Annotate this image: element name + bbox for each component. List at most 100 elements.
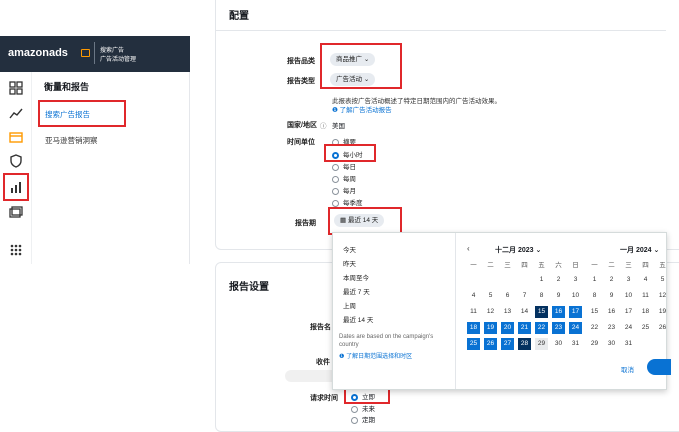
trend-icon[interactable]: [8, 105, 24, 121]
calendar-day[interactable]: 5: [484, 290, 497, 302]
calendar-day[interactable]: 22: [535, 322, 548, 334]
calendar-day[interactable]: 1: [535, 274, 548, 286]
report-period-select[interactable]: ▦ 最近 14 天: [334, 214, 385, 227]
request-option[interactable]: 定期: [351, 414, 375, 424]
calendar-day[interactable]: 12: [484, 306, 497, 318]
calendar-day[interactable]: 20: [501, 322, 514, 334]
request-option[interactable]: 未来: [351, 403, 375, 413]
calendar-day[interactable]: 21: [518, 322, 531, 334]
calendar-day[interactable]: 13: [501, 306, 514, 318]
left-month-select[interactable]: 十二月 2023 ⌄: [495, 245, 541, 255]
apps-grid-icon[interactable]: [8, 242, 24, 258]
calendar-day[interactable]: 2: [552, 274, 565, 286]
calendar-day[interactable]: 23: [552, 322, 565, 334]
calendar-day[interactable]: 1: [588, 274, 601, 286]
calendar-day[interactable]: 24: [569, 322, 582, 334]
preset-option[interactable]: 昨天: [343, 258, 356, 268]
campaign-icon[interactable]: [8, 129, 24, 145]
time-unit-option[interactable]: 每日: [332, 161, 356, 171]
nav-item-search-reports[interactable]: 搜索广告报告: [38, 100, 126, 127]
calendar-day[interactable]: 9: [605, 290, 618, 302]
calendar-day[interactable]: 2: [605, 274, 618, 286]
calendar-day[interactable]: 30: [552, 338, 565, 350]
dashboard-icon[interactable]: [8, 80, 24, 96]
calendar-day[interactable]: 28: [518, 338, 531, 350]
timezone-link[interactable]: ❶ 了解日期范围选择和时区: [339, 351, 412, 360]
calendar-day[interactable]: 17: [569, 306, 582, 318]
calendar-day[interactable]: 22: [588, 322, 601, 334]
right-month-select[interactable]: 一月 2024 ⌄: [620, 245, 659, 255]
calendar-day[interactable]: 29: [588, 338, 601, 350]
report-category-select[interactable]: 商品推广 ⌄: [330, 53, 376, 66]
calendar-day[interactable]: 27: [501, 338, 514, 350]
calendar-day[interactable]: 19: [656, 306, 669, 318]
calendar-day[interactable]: 10: [569, 290, 582, 302]
weekday-header: 六: [555, 262, 562, 269]
apply-button[interactable]: [647, 359, 671, 375]
timezone-note: Dates are based on the campaign's countr…: [339, 334, 434, 348]
calendar-day[interactable]: 11: [639, 290, 652, 302]
calendar-day[interactable]: 16: [605, 306, 618, 318]
nav-item-marketing-insights[interactable]: 亚马逊营销洞察: [45, 135, 98, 146]
calendar-day[interactable]: 4: [467, 290, 480, 302]
calendar-day[interactable]: 31: [569, 338, 582, 350]
prev-month-icon[interactable]: ‹: [467, 244, 470, 253]
calendar-day[interactable]: 19: [484, 322, 497, 334]
calendar-day[interactable]: 15: [588, 306, 601, 318]
weekday-header: 一: [470, 262, 477, 269]
calendar-day[interactable]: 29: [535, 338, 548, 350]
info-icon: ❶: [339, 354, 345, 360]
calendar-day[interactable]: 12: [656, 290, 669, 302]
calendar-day[interactable]: 9: [552, 290, 565, 302]
calendar-day[interactable]: 26: [656, 322, 669, 334]
preset-option[interactable]: 最近 14 天: [343, 314, 373, 324]
calendar-day[interactable]: 25: [467, 338, 480, 350]
config-title: 配置: [229, 11, 249, 22]
calendar-day[interactable]: 16: [552, 306, 565, 318]
time-unit-option-selected[interactable]: 每小时: [332, 149, 363, 159]
time-unit-option[interactable]: 摘要: [332, 136, 356, 146]
calendar-day[interactable]: 10: [622, 290, 635, 302]
shield-icon[interactable]: [8, 153, 24, 169]
calendar-day[interactable]: 4: [639, 274, 652, 286]
learn-more-link[interactable]: ❶ 了解广告活动报告: [332, 104, 392, 114]
calendar-day[interactable]: 31: [622, 338, 635, 350]
time-unit-option[interactable]: 每季度: [332, 197, 363, 207]
reports-icon[interactable]: [3, 173, 29, 201]
info-icon[interactable]: ⓘ: [320, 120, 327, 130]
calendar-day[interactable]: 8: [535, 290, 548, 302]
calendar-day[interactable]: 5: [656, 274, 669, 286]
calendar-day[interactable]: 6: [501, 290, 514, 302]
preset-option[interactable]: 今天: [343, 244, 356, 254]
calendar-day[interactable]: 8: [588, 290, 601, 302]
calendar-day[interactable]: 3: [569, 274, 582, 286]
calendar-day[interactable]: 30: [605, 338, 618, 350]
calendar-day[interactable]: 25: [639, 322, 652, 334]
preset-option[interactable]: 最近 7 天: [343, 286, 370, 296]
radio-button: [332, 187, 339, 195]
preset-option[interactable]: 上周: [343, 300, 356, 310]
weekday-header: 三: [504, 262, 511, 269]
brand-header: amazonads 搜索广告 广告活动管理: [0, 36, 190, 72]
calendar-day[interactable]: 14: [518, 306, 531, 318]
calendar-day[interactable]: 15: [535, 306, 548, 318]
calendar-day[interactable]: 17: [622, 306, 635, 318]
media-icon[interactable]: [8, 205, 24, 221]
time-unit-option[interactable]: 每月: [332, 185, 356, 195]
preset-option[interactable]: 本周至今: [343, 272, 369, 282]
calendar-day[interactable]: 26: [484, 338, 497, 350]
option-label: 每季度: [343, 200, 363, 207]
calendar-day[interactable]: 7: [518, 290, 531, 302]
date-range-popup: 今天 昨天 本周至今 最近 7 天 上周 最近 14 天 Dates are b…: [332, 232, 671, 390]
calendar-day[interactable]: 24: [622, 322, 635, 334]
report-type-select[interactable]: 广告活动 ⌄: [330, 73, 376, 86]
calendar-day[interactable]: 18: [467, 322, 480, 334]
calendar-day[interactable]: 23: [605, 322, 618, 334]
amazon-ads-logo[interactable]: amazonads: [8, 47, 68, 59]
calendar-day[interactable]: 3: [622, 274, 635, 286]
calendar-day[interactable]: 18: [639, 306, 652, 318]
calendar-day[interactable]: 11: [467, 306, 480, 318]
request-option-selected[interactable]: 立即: [351, 391, 375, 401]
time-unit-option[interactable]: 每周: [332, 173, 356, 183]
cancel-button[interactable]: 取消: [621, 364, 634, 374]
